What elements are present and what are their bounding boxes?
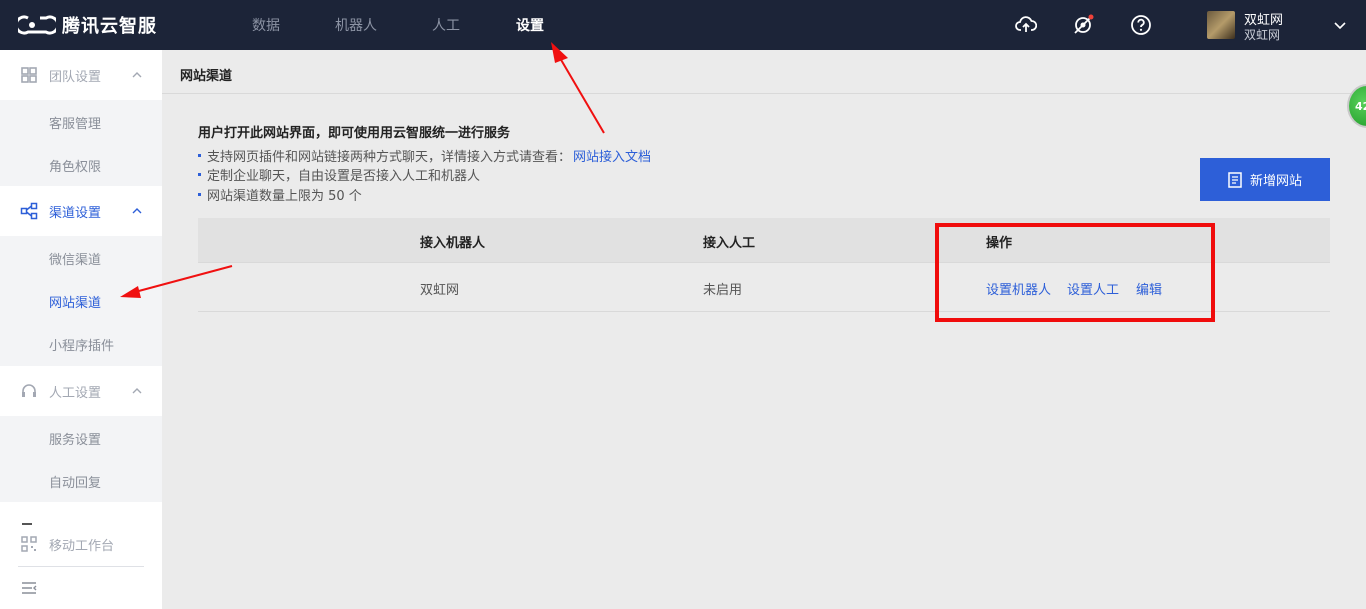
grid-icon: [21, 67, 37, 83]
chevron-up-icon: [132, 388, 142, 394]
sidebar-group-human[interactable]: 人工设置: [0, 366, 162, 416]
cell-robot: 双虹网: [420, 283, 460, 298]
intro-bullet: 定制企业聊天，自由设置是否接入人工和机器人: [198, 165, 480, 184]
intro-bullet: 网站渠道数量上限为 50 个: [198, 185, 362, 204]
bullet-text: 支持网页插件和网站链接两种方式聊天，详情接入方式请查看：: [207, 150, 572, 165]
sidebar-item-auto-reply[interactable]: 自动回复: [0, 459, 162, 502]
page-header: 网站渠道: [162, 50, 1366, 94]
top-nav: 数据 机器人 人工 设置: [252, 0, 544, 50]
chevron-down-icon[interactable]: [1333, 18, 1347, 32]
bullet-text: 定制企业聊天，自由设置是否接入人工和机器人: [207, 169, 481, 184]
intro-title: 用户打开此网站界面，即可使用用云智服统一进行服务: [198, 126, 511, 141]
brand-name: 腾讯云智服: [62, 16, 157, 37]
main-content: 网站渠道 用户打开此网站界面，即可使用用云智服统一进行服务 支持网页插件和网站链…: [162, 50, 1366, 609]
sidebar-item-label: 移动工作台: [49, 539, 115, 554]
sidebar-submenu-channels: 微信渠道 网站渠道 小程序插件: [0, 236, 162, 366]
collapse-menu-icon[interactable]: [20, 579, 38, 597]
sidebar-submenu-human: 服务设置 自动回复: [0, 416, 162, 502]
document-icon: [1228, 171, 1242, 188]
sidebar-group-label: 人工设置: [49, 386, 102, 401]
chevron-up-icon: [132, 208, 142, 214]
column-header-human: 接入人工: [703, 236, 756, 251]
eye-off-icon[interactable]: [1072, 14, 1094, 36]
sidebar-item-wechat-channel[interactable]: 微信渠道: [0, 236, 162, 279]
sidebar-group-channels[interactable]: 渠道设置: [0, 186, 162, 236]
bullet-dot: [198, 154, 201, 157]
top-bar: 腾讯云智服 数据 机器人 人工 设置 双虹网 双虹网: [0, 0, 1366, 50]
bullet-dot: [198, 173, 201, 176]
sidebar-group-label: 团队设置: [49, 70, 102, 85]
website-docs-link[interactable]: 网站接入文档: [573, 146, 651, 165]
share-nodes-icon: [20, 202, 38, 220]
chevron-up-icon: [132, 72, 142, 78]
nav-data[interactable]: 数据: [252, 15, 280, 35]
add-website-button[interactable]: 新增网站: [1200, 158, 1330, 201]
sidebar-item-miniprogram-plugin[interactable]: 小程序插件: [0, 322, 162, 365]
nav-human[interactable]: 人工: [432, 15, 460, 35]
badge-count: 42: [1355, 100, 1366, 113]
bullet-text: 网站渠道数量上限为 50 个: [207, 189, 362, 204]
sidebar-item-agent-management[interactable]: 客服管理: [0, 100, 162, 143]
cell-human: 未启用: [703, 283, 743, 298]
help-icon[interactable]: [1130, 14, 1152, 36]
avatar[interactable]: [1207, 11, 1235, 39]
sidebar-item-mobile-workbench[interactable]: 移动工作台: [0, 519, 162, 569]
page-title: 网站渠道: [180, 69, 233, 84]
cloud-logo-icon: [18, 15, 56, 35]
sidebar-item-website-channel[interactable]: 网站渠道: [0, 279, 162, 322]
sidebar-item-service-settings[interactable]: 服务设置: [0, 416, 162, 459]
column-header-robot: 接入机器人: [420, 236, 486, 251]
sidebar-group-team[interactable]: 团队设置: [0, 50, 162, 100]
cloud-upload-icon[interactable]: [1015, 14, 1037, 36]
sidebar-group-label: 渠道设置: [49, 206, 102, 221]
sidebar: 团队设置 客服管理 角色权限 渠道设置 微信渠道 网站渠道 小程序插件 人工设置…: [0, 50, 162, 609]
annotation-highlight-box: [935, 223, 1215, 322]
brand-logo[interactable]: 腾讯云智服: [18, 12, 157, 38]
user-subtitle: 双虹网: [1244, 28, 1281, 42]
sidebar-submenu-team: 客服管理 角色权限: [0, 100, 162, 186]
sidebar-item-role-permissions[interactable]: 角色权限: [0, 143, 162, 186]
qr-code-icon: [21, 536, 37, 552]
bullet-dot: [198, 193, 201, 196]
headset-icon: [22, 384, 36, 397]
nav-settings[interactable]: 设置: [516, 15, 544, 35]
divider: [18, 566, 144, 567]
nav-robot[interactable]: 机器人: [335, 15, 377, 35]
intro-bullet: 支持网页插件和网站链接两种方式聊天，详情接入方式请查看： 网站接入文档: [198, 146, 651, 165]
add-website-label: 新增网站: [1249, 174, 1302, 189]
